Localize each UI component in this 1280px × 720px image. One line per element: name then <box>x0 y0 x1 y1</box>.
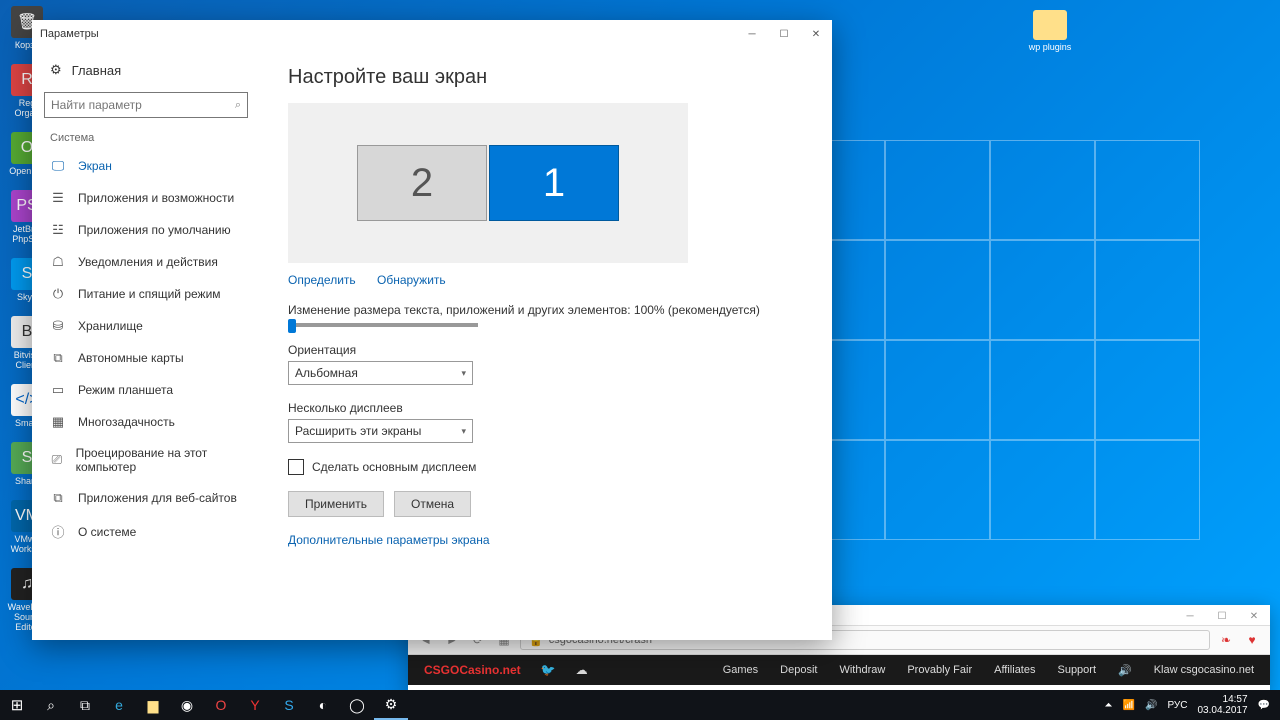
maximize-button[interactable]: ☐ <box>768 20 800 48</box>
slider-thumb[interactable] <box>288 319 296 333</box>
nav-link[interactable]: Deposit <box>780 664 817 677</box>
gear-icon: ⚙ <box>50 62 62 78</box>
start-button[interactable]: ⊞ <box>0 690 34 720</box>
sidebar-item-default-apps[interactable]: ☳Приложения по умолчанию <box>36 214 256 246</box>
display-arrangement[interactable]: 2 1 <box>288 103 688 263</box>
monitor-1[interactable]: 1 <box>489 145 619 221</box>
tray-expand-icon[interactable]: ⏶ <box>1105 700 1113 711</box>
grid-icon: ▦ <box>50 414 66 430</box>
settings-taskbar-icon[interactable]: ⚙ <box>374 690 408 720</box>
detect-link[interactable]: Обнаружить <box>377 273 446 287</box>
sidebar-item-projection[interactable]: ⎚Проецирование на этот компьютер <box>36 438 256 482</box>
minimize-button[interactable]: ─ <box>1174 605 1206 627</box>
close-button[interactable]: ✕ <box>1238 605 1270 627</box>
edge-icon[interactable]: e <box>102 690 136 720</box>
scale-slider[interactable] <box>288 323 478 327</box>
monitor-icon: 🖵 <box>50 158 66 174</box>
sidebar-item-tablet[interactable]: ▭Режим планшета <box>36 374 256 406</box>
obs-icon[interactable]: ◯ <box>340 690 374 720</box>
apps-icon: ☳ <box>50 222 66 238</box>
multidisplay-select[interactable]: Расширить эти экраны▾ <box>288 419 473 443</box>
sidebar-item-storage[interactable]: ⛁Хранилище <box>36 310 256 342</box>
settings-sidebar: ⚙ Главная ⌕ Система 🖵Экран ☰Приложения и… <box>32 48 260 640</box>
map-icon: ⧉ <box>50 350 66 366</box>
search-field[interactable] <box>51 98 235 112</box>
sidebar-item-display[interactable]: 🖵Экран <box>36 150 256 182</box>
bookmark-icon[interactable]: ❧ <box>1216 633 1236 647</box>
checkbox-box[interactable] <box>288 459 304 475</box>
language-indicator[interactable]: РУС <box>1167 700 1187 711</box>
twitter-icon[interactable]: 🐦 <box>541 663 556 677</box>
nav-link[interactable]: Provably Fair <box>907 664 972 677</box>
sidebar-item-web-apps[interactable]: ⧉Приложения для веб-сайтов <box>36 482 256 514</box>
section-heading: Система <box>36 128 256 150</box>
search-button[interactable]: ⌕ <box>34 690 68 720</box>
action-center-icon[interactable]: 💬 <box>1258 700 1270 711</box>
tablet-icon: ▭ <box>50 382 66 398</box>
sidebar-item-power[interactable]: ⏻Питание и спящий режим <box>36 278 256 310</box>
advanced-display-link[interactable]: Дополнительные параметры экрана <box>288 533 804 547</box>
nav-link[interactable]: Games <box>723 664 758 677</box>
chevron-down-icon: ▾ <box>461 368 466 379</box>
maximize-button[interactable]: ☐ <box>1206 605 1238 627</box>
drive-icon: ⛁ <box>50 318 66 334</box>
system-tray: ⏶ 📶 🔊 РУС 14:57 03.04.2017 💬 <box>1105 694 1280 716</box>
scale-label: Изменение размера текста, приложений и д… <box>288 303 804 317</box>
nav-link[interactable]: Affiliates <box>994 664 1035 677</box>
volume-icon[interactable]: 🔊 <box>1145 700 1157 711</box>
heart-icon[interactable]: ♥ <box>1242 633 1262 647</box>
multidisplay-label: Несколько дисплеев <box>288 401 804 415</box>
chrome-icon[interactable]: ◉ <box>170 690 204 720</box>
home-link[interactable]: ⚙ Главная <box>36 56 256 84</box>
nav-link[interactable]: Support <box>1057 664 1096 677</box>
volume-icon[interactable]: 🔊 <box>1118 664 1132 677</box>
close-button[interactable]: ✕ <box>800 20 832 48</box>
info-icon: ⓘ <box>50 522 66 541</box>
list-icon: ☰ <box>50 190 66 206</box>
search-input[interactable]: ⌕ <box>44 92 248 118</box>
nav-link[interactable]: Withdraw <box>839 664 885 677</box>
project-icon: ⎚ <box>50 452 64 468</box>
explorer-icon[interactable]: ▆ <box>136 690 170 720</box>
apply-button[interactable]: Применить <box>288 491 384 517</box>
power-icon: ⏻ <box>50 286 66 302</box>
site-logo[interactable]: CSGOCasino.net <box>424 663 521 677</box>
settings-window: Параметры ─ ☐ ✕ ⚙ Главная ⌕ Система 🖵Экр… <box>32 20 832 640</box>
clock[interactable]: 14:57 03.04.2017 <box>1197 694 1247 716</box>
sidebar-item-about[interactable]: ⓘО системе <box>36 514 256 549</box>
settings-content: Настройте ваш экран 2 1 Определить Обнар… <box>260 48 832 640</box>
sidebar-item-multitask[interactable]: ▦Многозадачность <box>36 406 256 438</box>
window-title: Параметры <box>40 28 99 40</box>
identify-link[interactable]: Определить <box>288 273 356 287</box>
steam-icon[interactable]: ☁ <box>576 663 588 677</box>
skype-icon[interactable]: S <box>272 690 306 720</box>
title-bar: Параметры ─ ☐ ✕ <box>32 20 832 48</box>
sidebar-item-apps[interactable]: ☰Приложения и возможности <box>36 182 256 214</box>
task-view-button[interactable]: ⧉ <box>68 690 102 720</box>
taskbar: ⊞ ⌕ ⧉ e ▆ ◉ O Y S ◐ ◯ ⚙ ⏶ 📶 🔊 РУС 14:57 … <box>0 690 1280 720</box>
primary-display-checkbox[interactable]: Сделать основным дисплеем <box>288 459 804 475</box>
bell-icon: ☖ <box>50 254 66 270</box>
network-icon[interactable]: 📶 <box>1123 700 1135 711</box>
orientation-label: Ориентация <box>288 343 804 357</box>
checkbox-label: Сделать основным дисплеем <box>312 460 476 474</box>
website-header: CSGOCasino.net 🐦 ☁ Games Deposit Withdra… <box>408 655 1270 685</box>
home-label: Главная <box>72 63 121 78</box>
yandex-icon[interactable]: Y <box>238 690 272 720</box>
search-icon: ⌕ <box>235 99 241 112</box>
desktop-folder-wp-plugins[interactable]: wp plugins <box>1020 10 1080 52</box>
opera-icon[interactable]: O <box>204 690 238 720</box>
sidebar-item-maps[interactable]: ⧉Автономные карты <box>36 342 256 374</box>
orientation-select[interactable]: Альбомная▾ <box>288 361 473 385</box>
app-icon[interactable]: ◐ <box>306 690 340 720</box>
monitor-2[interactable]: 2 <box>357 145 487 221</box>
cancel-button[interactable]: Отмена <box>394 491 471 517</box>
sidebar-item-notifications[interactable]: ☖Уведомления и действия <box>36 246 256 278</box>
minimize-button[interactable]: ─ <box>736 20 768 48</box>
desktop-wallpaper-pattern <box>780 140 1200 540</box>
page-heading: Настройте ваш экран <box>288 66 804 89</box>
link-icon: ⧉ <box>50 490 66 506</box>
chevron-down-icon: ▾ <box>461 426 466 437</box>
user-menu[interactable]: Klaw csgocasino.net <box>1154 664 1254 677</box>
